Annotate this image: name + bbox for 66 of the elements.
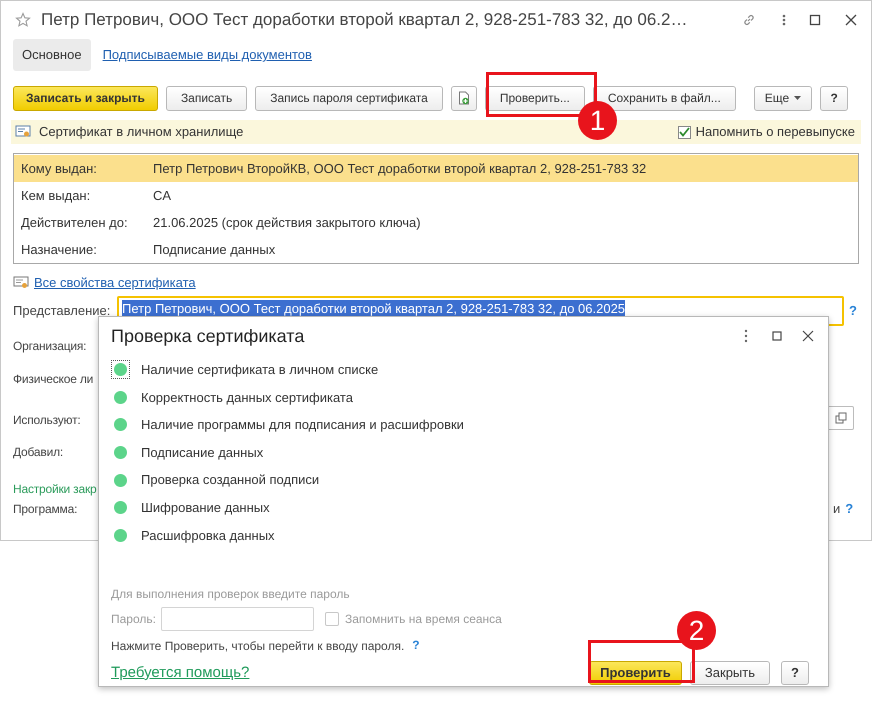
row-value: 21.06.2025 (срок действия закрытого ключа) [153, 214, 421, 232]
row-value: CA [153, 186, 172, 205]
help-icon[interactable]: ? [845, 499, 854, 519]
tab[interactable]: Подписываемые виды документов [100, 39, 314, 71]
notice-text: Сертификат в личном хранилище [39, 123, 244, 142]
field-label: Пароль: [111, 611, 157, 628]
window-title: Петр Петрович, ООО Тест доработки второй квартал 2, 928-251-783 32, до 06.2… [41, 8, 688, 31]
copy-icon [835, 412, 847, 424]
save-close-button[interactable]: Записать и закрыть [13, 86, 158, 110]
row-label: Назначение: [20, 240, 98, 259]
field-label: Физическое ли [13, 371, 94, 388]
row-value: Петр Петрович ВторойКВ, ООО Тест доработки второй квартал 2, 928-251-783 32 [153, 160, 646, 178]
help-link[interactable]: Требуется помощь? [111, 662, 581, 684]
field-text: и [833, 500, 840, 518]
maximize-icon [809, 14, 821, 26]
hint-text: Нажмите Проверить, чтобы перейти к вводу пароля. [111, 638, 404, 656]
table-row[interactable]: Кому выдан: Петр Петрович ВторойКВ, ООО Тест доработки второй квартал 2, 928-251-783 32 [14, 155, 858, 182]
field-label: Программа: [13, 501, 78, 518]
section-title: Настройки закр [13, 481, 96, 498]
toolbar-button[interactable]: Проверить... [484, 86, 585, 110]
row-label: Кому выдан: [20, 160, 98, 178]
close-icon [845, 14, 857, 26]
field-label: Добавил: [13, 444, 64, 461]
more-icon [744, 329, 748, 343]
check-label: Подписание данных [141, 444, 264, 462]
toolbar-button[interactable]: Записать [166, 86, 248, 110]
tab[interactable]: Основное [13, 39, 91, 71]
close-button[interactable]: Закрыть [690, 661, 770, 686]
close-icon [802, 330, 814, 342]
table-row[interactable]: Назначение: Подписание данных [14, 236, 858, 263]
more-menu-button[interactable]: Еще [754, 86, 812, 110]
help-icon[interactable]: ? [849, 301, 857, 321]
help-icon[interactable]: ? [412, 636, 420, 654]
row-label: Действителен до: [20, 214, 129, 232]
add-file-button[interactable] [450, 86, 477, 110]
password-prompt: Для выполнения проверок введите пароль [111, 586, 351, 604]
properties-link[interactable]: Все свойства сертификата [34, 273, 196, 293]
row-value: Подписание данных [153, 240, 276, 259]
help-button[interactable]: ? [781, 661, 809, 686]
check-label: Расшифровка данных [141, 526, 275, 545]
certificate-icon [13, 276, 29, 290]
remind-checkbox[interactable]: Напомнить о перевыпуске [678, 122, 855, 142]
field-label: Организация: [13, 338, 86, 355]
check-label: Проверка созданной подписи [141, 471, 320, 490]
status-indicator[interactable] [111, 360, 130, 380]
field-label: Представление: [13, 302, 112, 320]
maximize-icon [772, 331, 782, 341]
check-label: Шифрование данных [141, 499, 270, 518]
field-label: Используют: [13, 412, 81, 429]
document-add-icon [458, 91, 470, 105]
table-row[interactable]: Кем выдан: CA [14, 182, 858, 209]
check-label: Наличие программы для подписания и расшифровки [141, 416, 464, 434]
dialog-title: Проверка сертификата [111, 324, 306, 348]
check-icon [678, 127, 690, 137]
toolbar-button[interactable]: Запись пароля сертификата [255, 86, 443, 110]
table-row[interactable]: Действителен до: 21.06.2025 (срок действия закрытого ключа) [14, 209, 858, 236]
star-icon [15, 12, 31, 28]
certificate-icon [15, 125, 31, 139]
caret-icon [794, 96, 802, 100]
check-label: Наличие сертификата в личном списке [141, 361, 378, 380]
help-button[interactable]: ? [820, 86, 848, 110]
selected-text: Петр Петрович, ООО Тест доработки второй квартал 2, 928-251-783 32, до 06.2025 [122, 300, 626, 317]
more-icon [781, 12, 787, 28]
toolbar-button[interactable]: Сохранить в файл... [592, 86, 736, 110]
row-label: Кем выдан: [20, 186, 92, 205]
check-label: Корректность данных сертификата [141, 388, 353, 407]
